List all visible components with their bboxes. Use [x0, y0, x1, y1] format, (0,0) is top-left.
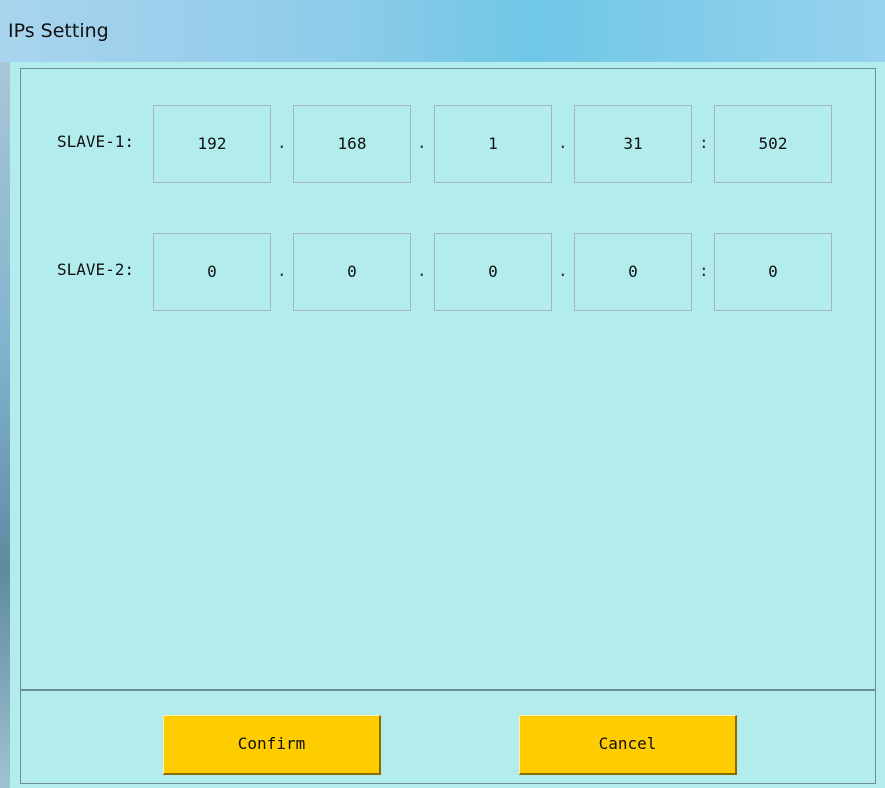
slave-1-label: SLAVE-1: — [57, 132, 135, 151]
slave-2-octet-1-field[interactable]: 0 — [153, 233, 271, 311]
window-left-edge — [0, 62, 10, 788]
slave-2-port-field[interactable]: 0 — [714, 233, 832, 311]
slave-1-octet-4-field[interactable]: 31 — [574, 105, 692, 183]
slave-2-octet-3-field[interactable]: 0 — [434, 233, 552, 311]
cancel-button[interactable]: Cancel — [519, 715, 737, 775]
ip-settings-window: IPs Setting SLAVE-1: 192 . 168 . 1 . 31 … — [0, 0, 885, 788]
slave-1-port-field[interactable]: 502 — [714, 105, 832, 183]
slave-1-row: SLAVE-1: 192 . 168 . 1 . 31 : 502 — [21, 105, 877, 185]
ip-settings-panel: SLAVE-1: 192 . 168 . 1 . 31 : 502 SLAVE-… — [20, 68, 876, 690]
colon-separator: : — [699, 261, 709, 280]
dot-separator: . — [417, 261, 427, 280]
dot-separator: . — [417, 133, 427, 152]
window-title: IPs Setting — [8, 20, 109, 42]
slave-1-octet-2-field[interactable]: 168 — [293, 105, 411, 183]
slave-1-octet-3-field[interactable]: 1 — [434, 105, 552, 183]
dot-separator: . — [277, 133, 287, 152]
confirm-button[interactable]: Confirm — [163, 715, 381, 775]
dialog-client-area: SLAVE-1: 192 . 168 . 1 . 31 : 502 SLAVE-… — [10, 62, 885, 788]
slave-2-octet-2-field[interactable]: 0 — [293, 233, 411, 311]
dot-separator: . — [558, 261, 568, 280]
slave-2-row: SLAVE-2: 0 . 0 . 0 . 0 : 0 — [21, 233, 877, 313]
slave-2-label: SLAVE-2: — [57, 260, 135, 279]
dot-separator: . — [558, 133, 568, 152]
slave-1-octet-1-field[interactable]: 192 — [153, 105, 271, 183]
colon-separator: : — [699, 133, 709, 152]
slave-2-octet-4-field[interactable]: 0 — [574, 233, 692, 311]
dot-separator: . — [277, 261, 287, 280]
title-bar[interactable]: IPs Setting — [0, 0, 885, 62]
button-bar: Confirm Cancel — [20, 690, 876, 784]
